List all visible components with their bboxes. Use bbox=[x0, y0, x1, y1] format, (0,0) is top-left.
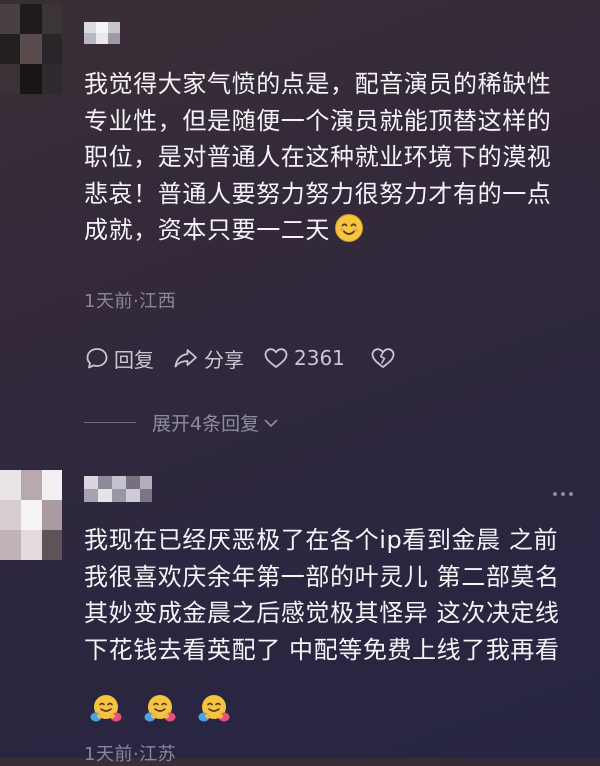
like-count: 2361 bbox=[294, 346, 345, 370]
username[interactable] bbox=[84, 22, 124, 44]
heart-icon bbox=[264, 348, 288, 368]
chevron-down-icon bbox=[264, 419, 278, 427]
smiling-face-emoji bbox=[335, 214, 363, 242]
reply-icon bbox=[86, 348, 108, 369]
avatar[interactable] bbox=[0, 470, 62, 560]
username[interactable] bbox=[84, 476, 152, 502]
share-icon bbox=[174, 349, 197, 368]
comment-text: 我现在已经厌恶极了在各个ip看到金晨 之前 我很喜欢庆余年第一部的叶灵儿 第二部… bbox=[84, 526, 560, 664]
comment-meta: 1天前·江苏 bbox=[84, 744, 177, 765]
avatar[interactable] bbox=[0, 4, 62, 94]
broken-heart-icon bbox=[371, 348, 395, 368]
expand-replies-button[interactable]: 展开4条回复 bbox=[84, 409, 280, 436]
reply-label: 回复 bbox=[114, 347, 154, 372]
hugging-face-emoji bbox=[144, 695, 176, 722]
more-dot bbox=[561, 492, 565, 496]
action-bar: 回复 分享 2361 bbox=[84, 340, 419, 376]
hugging-face-emoji bbox=[90, 695, 122, 722]
more-options-icon[interactable] bbox=[553, 492, 573, 496]
dislike-button[interactable] bbox=[369, 345, 401, 371]
hugging-face-emoji bbox=[198, 695, 230, 722]
comment-1: 我觉得大家气愤的点是，配音演员的稀缺性 专业性，但是随便一个演员就能顶替这样的 … bbox=[0, 0, 600, 440]
share-button[interactable]: 分享 bbox=[172, 344, 244, 373]
reply-button[interactable]: 回复 bbox=[84, 344, 154, 373]
like-button[interactable]: 2361 bbox=[262, 345, 345, 371]
divider-line bbox=[84, 422, 136, 423]
more-dot bbox=[553, 492, 557, 496]
comment-meta: 1天前·江西 bbox=[84, 291, 177, 312]
more-dot bbox=[569, 492, 573, 496]
comment-text: 我觉得大家气愤的点是，配音演员的稀缺性 专业性，但是随便一个演员就能顶替这样的 … bbox=[84, 70, 552, 244]
emoji-row bbox=[90, 692, 230, 724]
expand-replies-label: 展开4条回复 bbox=[152, 413, 260, 435]
share-label: 分享 bbox=[204, 347, 244, 372]
